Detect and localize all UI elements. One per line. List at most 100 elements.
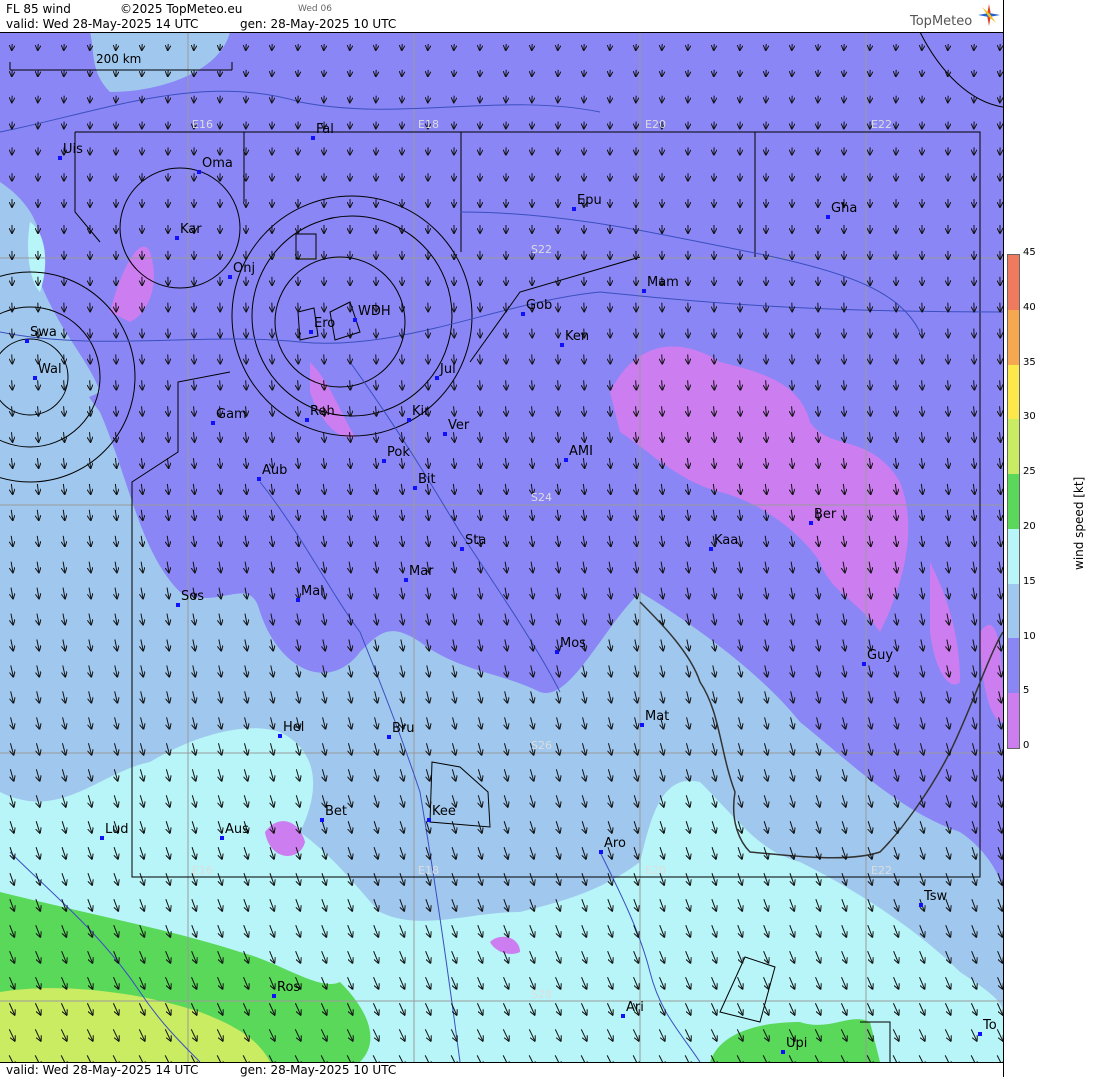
place-label[interactable]: Kar [180,222,202,237]
place-marker [257,477,261,481]
place-label[interactable]: Fal [316,122,334,137]
wind-arrow [350,354,351,363]
place-label[interactable]: Mos [560,636,586,651]
place-label[interactable]: Swa [30,325,57,340]
place-marker [572,207,576,211]
place-marker [272,994,276,998]
place-label[interactable]: Ari [626,1000,644,1015]
place-marker [176,603,180,607]
wind-arrow [818,354,819,363]
place-marker [100,836,104,840]
valid-time: valid: Wed 28-May-2025 14 UTC [6,17,198,31]
place-label[interactable]: Guy [867,648,893,663]
wind-arrow [844,354,845,363]
place-label[interactable]: Kaa [714,533,738,548]
wind-arrow [558,354,559,363]
place-marker [220,836,224,840]
place-marker [642,289,646,293]
place-marker [33,376,37,380]
place-label[interactable]: WDH [358,304,391,319]
place-marker [555,650,559,654]
legend-color-segment [1008,584,1019,639]
place-label[interactable]: Aro [604,836,626,851]
wind-arrow [766,354,767,363]
place-label[interactable]: Kee [432,804,456,819]
place-marker [427,818,431,822]
place-marker [560,343,564,347]
grid-label-lon-bottom: E22 [871,864,892,877]
place-label[interactable]: Mar [409,564,434,579]
place-label[interactable]: To [983,1018,997,1033]
place-label[interactable]: Oma [202,156,233,171]
place-marker [311,136,315,140]
place-label[interactable]: Kir [412,404,429,419]
place-label[interactable]: Upi [786,1036,807,1051]
place-marker [211,421,215,425]
place-label[interactable]: Bet [325,804,347,819]
place-label[interactable]: Onj [233,261,255,276]
wind-arrow [974,354,975,363]
place-label[interactable]: Sos [181,589,204,604]
grid-label-lon-bottom: E16 [192,864,213,877]
wind-map[interactable] [0,32,1003,1062]
topmeteo-logo[interactable]: TopMeteo [910,14,972,29]
legend-color-segment [1008,255,1019,310]
place-label[interactable]: Lud [105,822,129,837]
legend-tick: 25 [1023,466,1036,477]
place-label[interactable]: Mal [301,584,324,599]
place-label[interactable]: Gob [526,298,552,313]
place-marker [640,723,644,727]
wind-arrow [948,354,949,363]
place-label[interactable]: Ros [277,980,300,995]
wind-arrow [220,354,221,363]
legend-tick: 20 [1023,521,1036,532]
compass-logo-icon [978,2,1000,28]
wind-arrow [922,354,923,363]
grid-label-lon-top: E18 [418,118,439,131]
place-label[interactable]: Aub [262,463,287,478]
place-label[interactable]: Aus [225,822,249,837]
place-label[interactable]: Pok [387,445,410,460]
place-label[interactable]: Gam [216,407,247,422]
place-label[interactable]: Tsw [924,889,947,904]
place-label[interactable]: Mam [647,275,679,290]
wind-arrow [246,354,247,363]
legend-color-segment [1008,529,1019,584]
place-label[interactable]: Sta [465,533,486,548]
wind-arrow [792,354,793,363]
wind-arrow [272,354,273,363]
place-label[interactable]: AMI [569,444,593,459]
place-label[interactable]: Mat [645,709,669,724]
place-marker [228,275,232,279]
grid-label-lon-bottom: E18 [418,864,439,877]
forecast-step: Wed 06 [298,4,332,14]
wind-arrow [402,354,403,363]
wind-arrow [714,354,715,363]
grid-label-lat: S22 [531,243,552,256]
place-label[interactable]: Bru [392,721,415,736]
place-label[interactable]: Reh [310,404,335,419]
legend-color-segment [1008,474,1019,529]
gen-time: gen: 28-May-2025 10 UTC [240,17,396,31]
place-label[interactable]: Jul [440,362,456,377]
place-label[interactable]: Epu [577,193,602,208]
grid-label-lon-bottom: E20 [645,864,666,877]
place-label[interactable]: Uis [63,142,83,157]
place-label[interactable]: Ber [814,507,836,522]
place-marker [404,578,408,582]
place-marker [278,734,282,738]
place-label[interactable]: Wal [38,362,62,377]
wind-arrow [870,354,871,363]
place-label[interactable]: Gha [831,201,857,216]
place-label[interactable]: Ken [565,329,589,344]
wind-arrow [168,354,169,363]
place-label[interactable]: Ver [448,418,469,433]
place-marker [978,1032,982,1036]
place-label[interactable]: Hel [283,720,304,735]
wind-arrow [480,354,481,363]
place-marker [919,903,923,907]
place-label[interactable]: Bit [418,472,436,487]
wind-arrow [376,354,377,363]
place-label[interactable]: Ero [314,316,335,331]
place-marker [296,598,300,602]
